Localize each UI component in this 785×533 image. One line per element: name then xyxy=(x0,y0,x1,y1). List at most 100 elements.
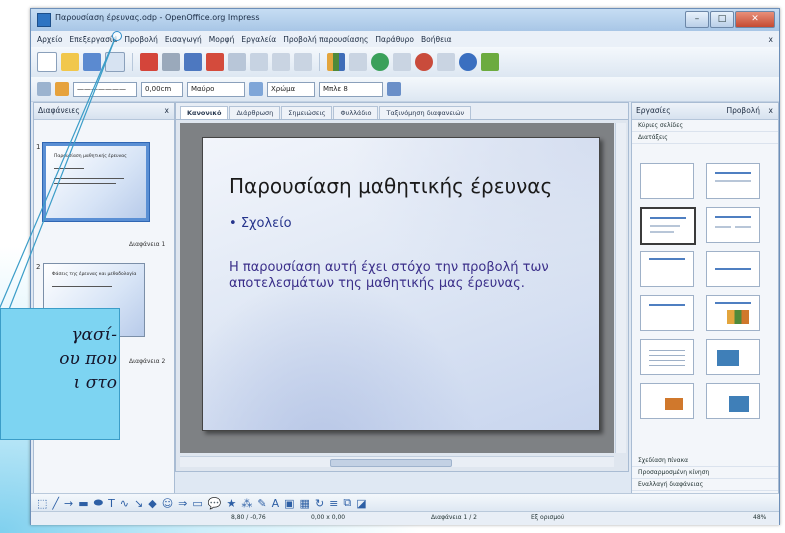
layout-two-content[interactable] xyxy=(706,207,760,243)
line-style-select[interactable]: ——————— xyxy=(73,81,137,97)
area-icon[interactable] xyxy=(249,82,263,96)
extrusion-icon[interactable]: ◪ xyxy=(356,497,366,510)
cut-icon[interactable] xyxy=(206,53,224,71)
export-pdf-icon[interactable] xyxy=(140,53,158,71)
menu-edit[interactable]: Επεξεργασία xyxy=(69,35,117,44)
close-tasks-pane-icon[interactable]: x xyxy=(769,103,773,119)
basic-shapes-icon[interactable]: ◆ xyxy=(148,497,156,510)
layout-title-only[interactable] xyxy=(706,163,760,199)
tab-normal[interactable]: Κανονικό xyxy=(180,106,229,119)
shadow-icon[interactable] xyxy=(387,82,401,96)
text-icon[interactable]: T xyxy=(108,497,115,510)
scrollbar-thumb[interactable] xyxy=(330,459,452,467)
menu-file[interactable]: Αρχείο xyxy=(37,35,62,44)
tab-slide-sorter[interactable]: Ταξινόμηση διαφανειών xyxy=(379,106,472,119)
slide-body-text[interactable]: Η παρουσίαση αυτή έχει στόχο την προβολή… xyxy=(229,260,589,292)
status-zoom[interactable]: 48% xyxy=(753,514,766,521)
layout-title-centered[interactable] xyxy=(640,251,694,287)
close-window-button[interactable]: ✕ xyxy=(735,11,775,28)
layout-centered-text[interactable] xyxy=(706,251,760,287)
layout-bar xyxy=(715,180,751,182)
menu-slideshow[interactable]: Προβολή παρουσίασης xyxy=(283,35,368,44)
layout-title-table[interactable] xyxy=(640,339,694,375)
menu-insert[interactable]: Εισαγωγή xyxy=(165,35,202,44)
minimize-button[interactable]: – xyxy=(685,11,709,28)
spellcheck-icon[interactable] xyxy=(184,53,202,71)
slide-title[interactable]: Παρουσίαση μαθητικής έρευνας xyxy=(229,174,552,198)
ellipse-icon[interactable]: ⬬ xyxy=(94,496,103,510)
alignment-icon[interactable]: ≡ xyxy=(329,497,338,510)
section-custom-animation[interactable]: Προσαρμοσμένη κίνηση xyxy=(632,467,778,479)
menu-window[interactable]: Παράθυρο xyxy=(375,35,414,44)
menu-view[interactable]: Προβολή xyxy=(124,35,158,44)
line-color-select[interactable]: Μαύρο xyxy=(187,81,245,97)
new-document-icon[interactable] xyxy=(37,52,57,72)
slide-thumbnail-1[interactable]: Παρουσίαση μαθητικής έρευνας xyxy=(43,143,149,221)
flowchart-icon[interactable]: ▭ xyxy=(192,497,202,510)
block-arrows-icon[interactable]: ⇒ xyxy=(178,497,187,510)
tab-handout[interactable]: Φυλλάδιο xyxy=(333,106,379,119)
tab-outline[interactable]: Διάρθρωση xyxy=(229,106,281,119)
gallery-icon[interactable]: ▦ xyxy=(300,497,310,510)
arrange-icon[interactable]: ⧉ xyxy=(343,496,351,510)
redo-icon[interactable] xyxy=(294,53,312,71)
arrow-style-icon[interactable] xyxy=(55,82,69,96)
layout-title-content[interactable] xyxy=(640,207,696,245)
table-icon[interactable] xyxy=(349,53,367,71)
fontwork-icon[interactable]: A xyxy=(272,497,280,510)
horizontal-scrollbar[interactable] xyxy=(180,456,614,467)
curve-icon[interactable]: ∿ xyxy=(120,497,129,510)
rotate-icon[interactable]: ↻ xyxy=(315,497,324,510)
menu-tools[interactable]: Εργαλεία xyxy=(241,35,276,44)
line-icon[interactable]: ╱ xyxy=(52,497,59,510)
line-width-field[interactable]: 0,00cm xyxy=(141,81,183,97)
glue-points-icon[interactable]: ✎ xyxy=(257,497,266,510)
close-slides-pane-icon[interactable]: x xyxy=(165,103,169,119)
menu-help[interactable]: Βοήθεια xyxy=(421,35,452,44)
layout-title-text-box[interactable] xyxy=(640,295,694,331)
symbol-shapes-icon[interactable]: ☺ xyxy=(162,497,173,510)
help-icon[interactable] xyxy=(459,53,477,71)
undo-icon[interactable] xyxy=(272,53,290,71)
layout-title-chart-text[interactable] xyxy=(640,383,694,419)
arrow-line-icon[interactable]: → xyxy=(64,497,73,510)
area-color-select[interactable]: Μπλε 8 xyxy=(319,81,383,97)
vertical-scrollbar[interactable] xyxy=(615,123,626,453)
current-slide[interactable]: Παρουσίαση μαθητικής έρευνας • Σχολείο Η… xyxy=(202,137,600,431)
close-document-icon[interactable]: x xyxy=(769,35,773,44)
layout-title-chart[interactable] xyxy=(706,295,760,331)
line-style-icon[interactable] xyxy=(37,82,51,96)
zoom-icon[interactable] xyxy=(437,53,455,71)
callouts-icon[interactable]: 💬 xyxy=(208,497,222,510)
copy-icon[interactable] xyxy=(228,53,246,71)
section-master-pages[interactable]: Κύριες σελίδες xyxy=(632,120,778,132)
print-icon[interactable] xyxy=(162,53,180,71)
section-slide-transition[interactable]: Εναλλαγή διαφάνειας xyxy=(632,479,778,491)
section-layouts[interactable]: Διατάξεις xyxy=(632,132,778,144)
edit-icon[interactable] xyxy=(105,52,125,72)
draw-functions-icon[interactable] xyxy=(415,53,433,71)
slideshow-icon[interactable] xyxy=(481,53,499,71)
select-icon[interactable]: ⬚ xyxy=(37,497,47,510)
layout-blank[interactable] xyxy=(640,163,694,199)
paste-icon[interactable] xyxy=(250,53,268,71)
stars-icon[interactable]: ★ xyxy=(227,497,237,510)
save-icon[interactable] xyxy=(83,53,101,71)
gallery-icon[interactable] xyxy=(393,53,411,71)
navigator-icon[interactable] xyxy=(371,53,389,71)
layout-title-image-text[interactable] xyxy=(706,383,760,419)
points-icon[interactable]: ⁂ xyxy=(241,497,252,510)
maximize-button[interactable]: □ xyxy=(710,11,734,28)
layout-title-image[interactable] xyxy=(706,339,760,375)
slide-bullet[interactable]: • Σχολείο xyxy=(229,216,292,231)
open-folder-icon[interactable] xyxy=(61,53,79,71)
rectangle-icon[interactable]: ▬ xyxy=(78,497,88,510)
connector-icon[interactable]: ↘ xyxy=(134,497,143,510)
from-file-icon[interactable]: ▣ xyxy=(284,497,294,510)
chart-icon[interactable] xyxy=(327,53,345,71)
tasks-view-menu[interactable]: Προβολή xyxy=(726,103,760,119)
menu-format[interactable]: Μορφή xyxy=(209,35,235,44)
section-table-design[interactable]: Σχεδίαση πίνακα xyxy=(632,455,778,467)
area-style-select[interactable]: Χρώμα xyxy=(267,81,315,97)
tab-notes[interactable]: Σημειώσεις xyxy=(281,106,333,119)
